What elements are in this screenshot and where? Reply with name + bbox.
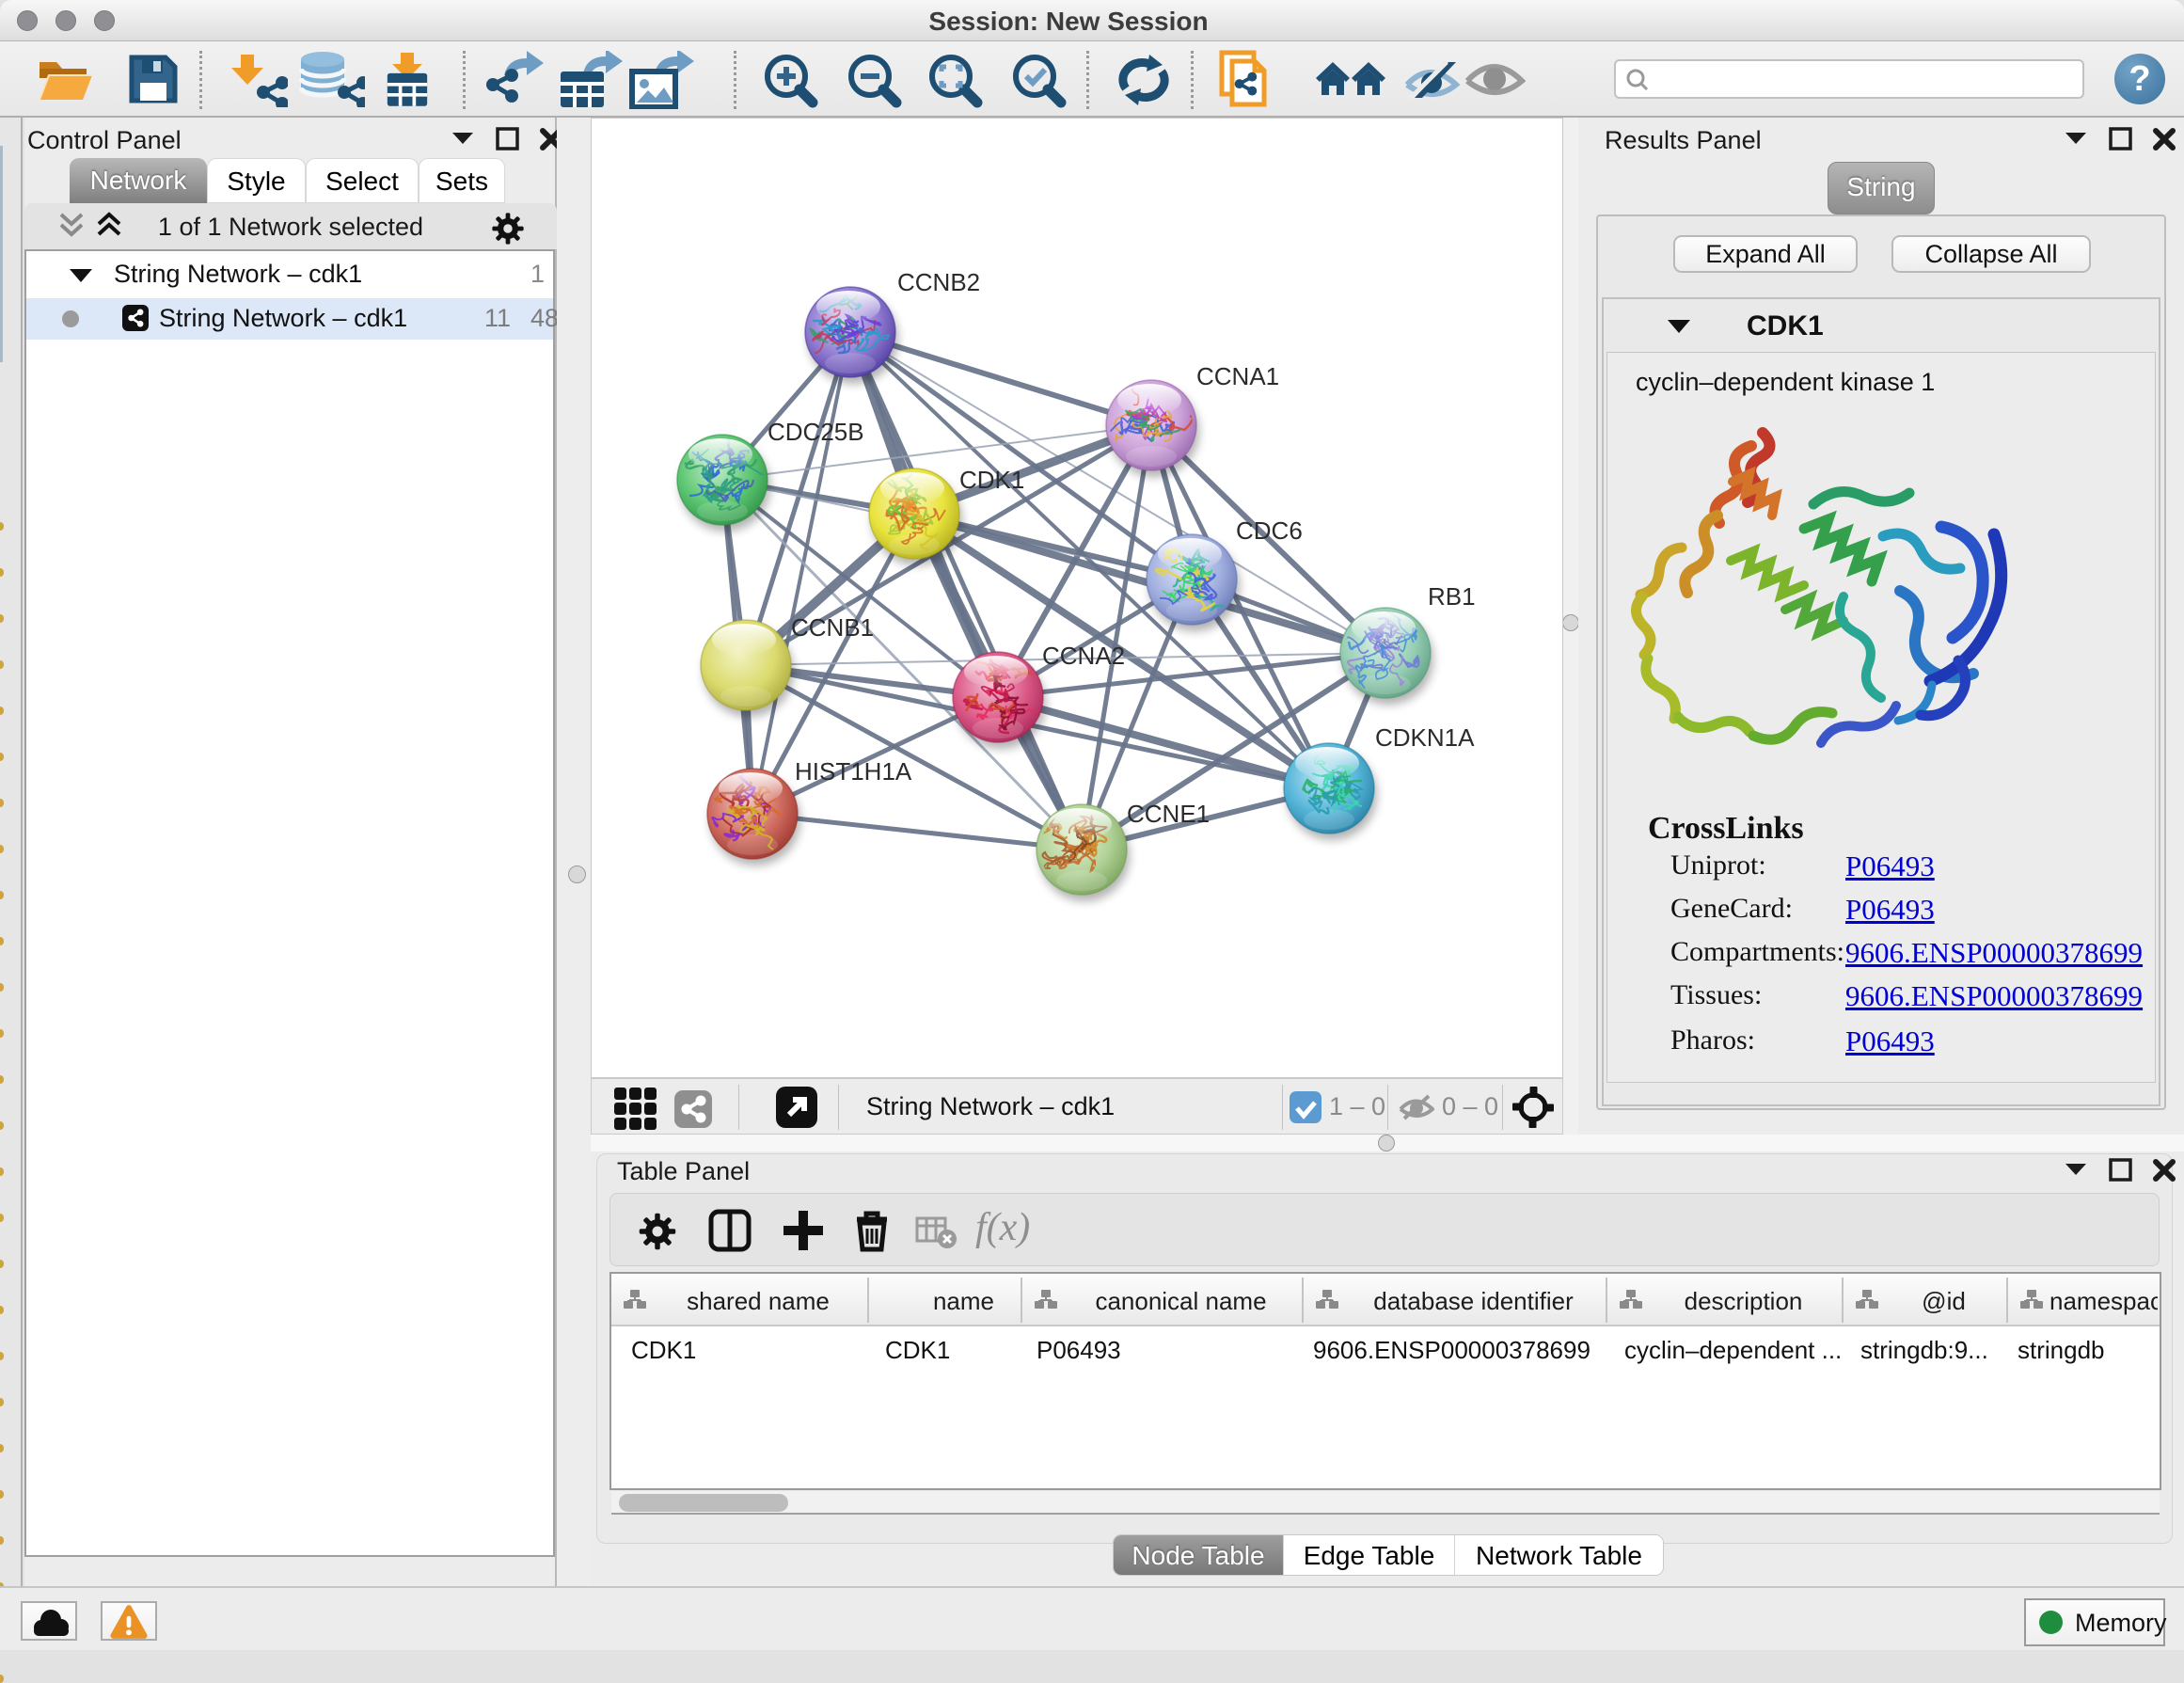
svg-text:HIST1H1A: HIST1H1A [795,757,912,786]
svg-text:CCNA1: CCNA1 [1196,362,1279,390]
svg-text:CCNA2: CCNA2 [1042,642,1125,670]
svg-text:CDC25B: CDC25B [768,418,864,446]
svg-text:RB1: RB1 [1428,582,1476,611]
svg-text:CDKN1A: CDKN1A [1375,723,1475,752]
svg-text:CCNB1: CCNB1 [791,613,874,642]
svg-text:CDK1: CDK1 [959,466,1024,494]
svg-text:CDC6: CDC6 [1236,516,1303,545]
svg-text:CCNE1: CCNE1 [1127,800,1210,828]
svg-text:CCNB2: CCNB2 [897,268,980,296]
